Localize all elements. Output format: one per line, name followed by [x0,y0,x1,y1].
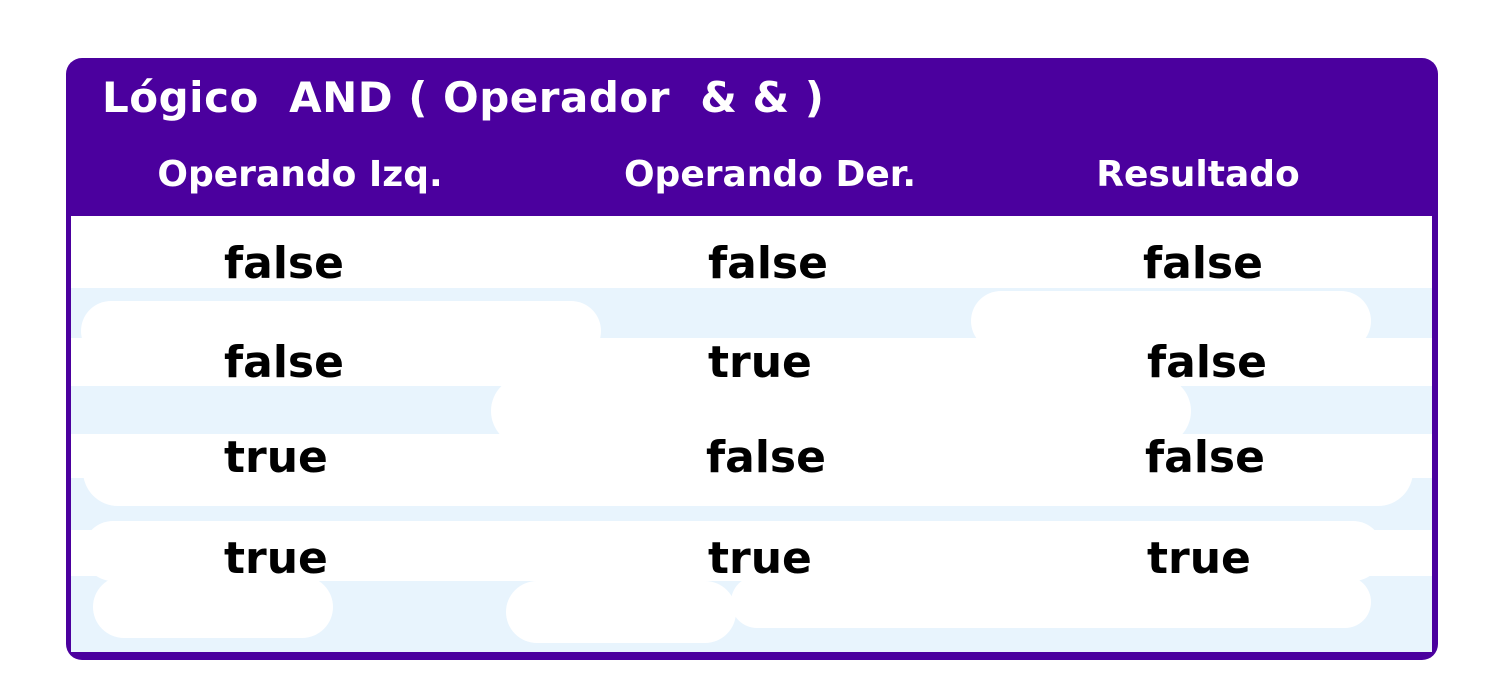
cell-right-operand: true [708,533,812,584]
column-header-left-operand: Operando Izq. [157,154,443,195]
cell-result: false [1145,432,1265,483]
column-header-right-operand: Operando Der. [623,154,917,195]
table-row: false false false [71,234,1432,294]
table-row: true true true [71,529,1432,589]
cell-left-operand: false [224,337,344,388]
table-row: true false false [71,428,1432,488]
brush-blob [506,581,736,643]
column-header-result: Resultado [1096,154,1300,195]
table-header-row: Operando Izq. Operando Der. Resultado [71,136,1432,216]
table-row: false true false [71,333,1432,393]
cell-left-operand: true [224,432,328,483]
cell-result: false [1143,238,1263,289]
cell-right-operand: false [708,238,828,289]
table-title: Lógico AND ( Operador & & ) [102,72,825,122]
cell-left-operand: false [224,238,344,289]
truth-table-card: Lógico AND ( Operador & & ) Operando Izq… [66,58,1438,660]
table-body: false false false false true false true … [71,216,1432,652]
cell-right-operand: true [708,337,812,388]
cell-right-operand: false [706,432,826,483]
cell-left-operand: true [224,533,328,584]
cell-result: false [1147,337,1267,388]
cell-result: true [1147,533,1251,584]
